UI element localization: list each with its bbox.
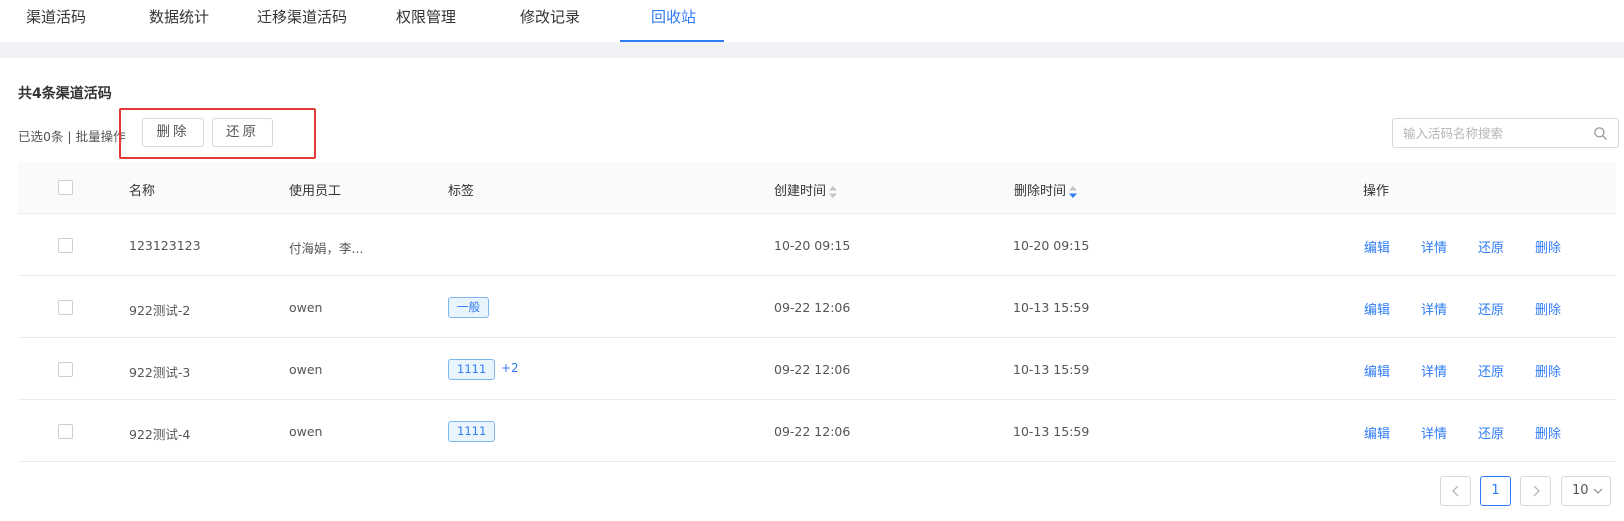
search-box[interactable] [1392,118,1619,148]
delete-link[interactable]: 删除 [1535,423,1561,442]
cell-created-time: 09-22 12:06 [774,362,851,377]
cell-name: 922测试-4 [129,427,191,442]
column-header-deleted-label: 删除时间 [1014,184,1067,199]
column-header-created-label: 创建时间 [774,184,827,199]
chevron-down-icon [1593,488,1603,494]
tag-badge: 1111 [448,359,496,380]
cell-deleted-time: 10-20 09:15 [1013,238,1090,253]
detail-link[interactable]: 详情 [1421,361,1447,380]
row-checkbox[interactable] [58,300,73,315]
column-header-name: 名称 [129,184,156,199]
edit-link[interactable]: 编辑 [1364,237,1390,256]
sort-icon[interactable] [828,185,838,199]
top-tab-bar: 渠道活码 数据统计 迁移渠道活码 权限管理 修改记录 回收站 [0,0,1624,42]
cell-staff: owen [289,424,323,439]
column-header-tags: 标签 [448,184,475,199]
edit-link[interactable]: 编辑 [1364,299,1390,318]
delete-link[interactable]: 删除 [1535,361,1561,380]
page-size-select[interactable]: 10 [1561,476,1611,506]
restore-link[interactable]: 还原 [1478,237,1504,256]
cell-deleted-time: 10-13 15:59 [1013,424,1090,439]
chevron-right-icon [1533,485,1540,496]
table-header: 名称 使用员工 标签 创建时间 删除时间 操作 [18,162,1616,214]
table-row: 922测试-2 owen 一般 09-22 12:06 10-13 15:59 … [18,276,1616,338]
row-checkbox[interactable] [58,424,73,439]
sort-icon[interactable] [1068,185,1078,199]
batch-selection-text: 已选0条 | 批量操作 [18,129,126,144]
more-tags-link[interactable]: +2 [501,361,519,375]
record-count-title: 共4条渠道活码 [18,86,112,102]
delete-link[interactable]: 删除 [1535,299,1561,318]
row-checkbox[interactable] [58,238,73,253]
annotation-highlight-box [119,108,316,159]
tag-badge: 一般 [448,297,489,318]
search-input[interactable] [1403,124,1583,142]
tab-permission[interactable]: 权限管理 [396,6,456,27]
section-divider [0,42,1624,58]
tag-badge: 1111 [448,421,496,442]
page-size-value: 10 [1572,483,1589,498]
restore-link[interactable]: 还原 [1478,361,1504,380]
column-header-staff: 使用员工 [289,184,342,199]
column-header-created[interactable]: 创建时间 [774,180,838,199]
chevron-left-icon [1451,485,1458,496]
detail-link[interactable]: 详情 [1421,237,1447,256]
search-icon[interactable] [1593,126,1608,141]
row-checkbox[interactable] [58,362,73,377]
cell-name: 922测试-2 [129,303,191,318]
detail-link[interactable]: 详情 [1421,299,1447,318]
cell-deleted-time: 10-13 15:59 [1013,362,1090,377]
detail-link[interactable]: 详情 [1421,423,1447,442]
restore-link[interactable]: 还原 [1478,299,1504,318]
column-header-actions: 操作 [1363,184,1390,199]
table-row: 922测试-3 owen 1111 +2 09-22 12:06 10-13 1… [18,338,1616,400]
tab-modify-log[interactable]: 修改记录 [520,6,580,27]
prev-page-button[interactable] [1440,476,1471,506]
edit-link[interactable]: 编辑 [1364,423,1390,442]
tab-migrate-channel-code[interactable]: 迁移渠道活码 [257,6,347,27]
cell-created-time: 10-20 09:15 [774,238,851,253]
edit-link[interactable]: 编辑 [1364,361,1390,380]
cell-staff: 付海娟，李... [289,241,364,256]
tab-recycle-bin[interactable]: 回收站 [651,6,696,27]
delete-link[interactable]: 删除 [1535,237,1561,256]
table-row: 123123123 付海娟，李... 10-20 09:15 10-20 09:… [18,214,1616,276]
select-all-checkbox[interactable] [58,180,73,195]
page-1-button[interactable]: 1 [1480,476,1511,506]
cell-created-time: 09-22 12:06 [774,424,851,439]
cell-created-time: 09-22 12:06 [774,300,851,315]
cell-staff: owen [289,300,323,315]
next-page-button[interactable] [1520,476,1551,506]
tab-data-stats[interactable]: 数据统计 [149,6,209,27]
tab-channel-code[interactable]: 渠道活码 [26,6,86,27]
table-row: 922测试-4 owen 1111 09-22 12:06 10-13 15:5… [18,400,1616,462]
cell-name: 922测试-3 [129,365,191,380]
cell-name: 123123123 [129,238,201,253]
restore-link[interactable]: 还原 [1478,423,1504,442]
cell-deleted-time: 10-13 15:59 [1013,300,1090,315]
column-header-deleted[interactable]: 删除时间 [1014,180,1078,199]
cell-staff: owen [289,362,323,377]
